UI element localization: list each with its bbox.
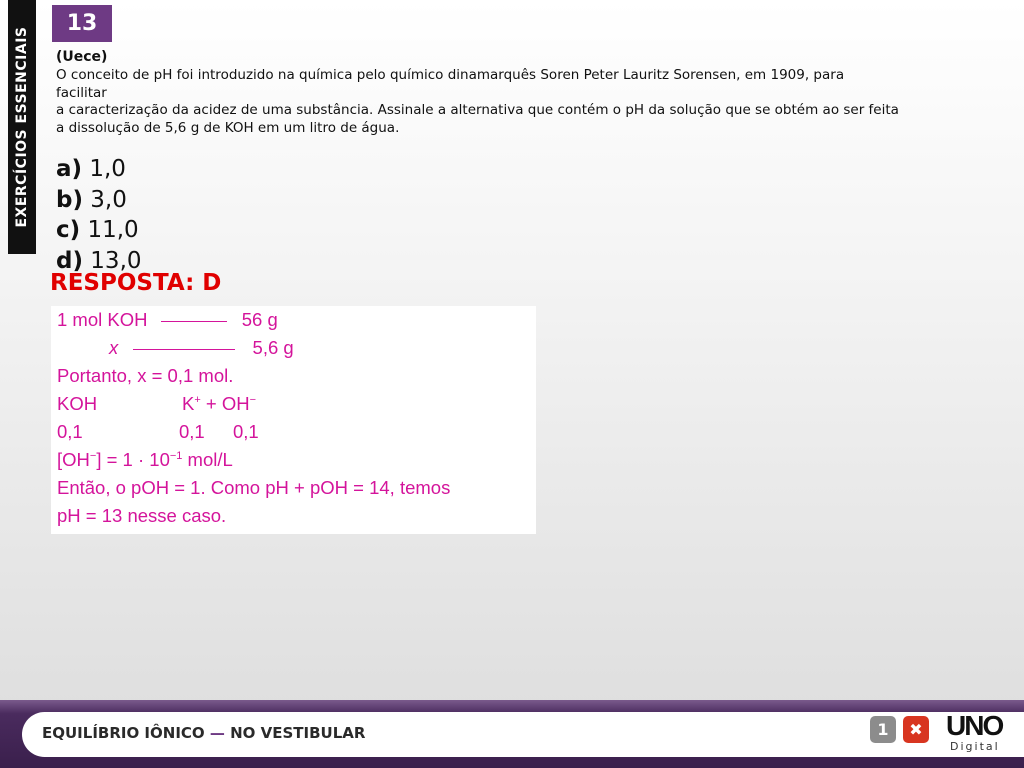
proportion-dash [133, 348, 236, 350]
section-tab-label: EXERCÍCIOS ESSENCIAIS [14, 26, 30, 228]
option-key: b) [56, 186, 83, 213]
logo-subtext: Digital [950, 740, 1000, 753]
solution-text: 5,6 g [252, 337, 294, 358]
solution-line: KOH K+ + OH− [57, 393, 256, 415]
solution-box: 1 mol KOH 56 g x 5,6 g Portanto, x = 0,1… [51, 306, 536, 534]
statement-line: O conceito de pH foi introduzido na quím… [56, 67, 845, 83]
solution-text: K+ + OH− [182, 393, 257, 414]
solution-text: KOH [57, 393, 98, 414]
solution-line: pH = 13 nesse caso. [57, 505, 227, 526]
statement-line: a dissolução de 5,6 g de KOH em um litro… [56, 119, 400, 136]
solution-text: 56 g [241, 309, 278, 330]
option-value: 3,0 [90, 186, 127, 213]
statement-line: facilitar [56, 84, 107, 101]
solution-line: 0,1 0,1 0,1 [57, 421, 259, 443]
question-number: 13 [52, 5, 112, 42]
info-button[interactable]: 1 [870, 716, 896, 743]
solution-line: [OH−] = 1 · 10−1 mol/L [57, 449, 233, 470]
solution-text: 0,1 [57, 421, 83, 442]
question-statement: O conceito de pH foi introduzido na quím… [56, 67, 956, 137]
footer-bar: EQUILÍBRIO IÔNICO — NO VESTIBULAR 1 ✖ UN… [22, 710, 1024, 757]
footer-separator: — [204, 724, 231, 742]
footer: EQUILÍBRIO IÔNICO — NO VESTIBULAR 1 ✖ UN… [0, 700, 1024, 768]
solution-line: Então, o pOH = 1. Como pH + pOH = 14, te… [57, 477, 451, 498]
logo-text: UNO [946, 710, 1004, 741]
option-key: a) [56, 156, 83, 182]
uno-logo: UNO Digital [944, 710, 1012, 756]
footer-title-sub: NO VESTIBULAR [230, 724, 366, 742]
option-a: a) 1,0 [56, 154, 142, 185]
footer-title-main: EQUILÍBRIO IÔNICO [42, 724, 205, 742]
answer-options: a) 1,0 b) 3,0 c) 11,0 d) 13,0 [56, 154, 142, 276]
solution-line: x 5,6 g [109, 337, 294, 359]
question-source: (Uece) [56, 49, 108, 65]
footer-title: EQUILÍBRIO IÔNICO — NO VESTIBULAR [42, 724, 365, 742]
solution-text: x [109, 337, 119, 358]
solution-text: 0,1 [179, 421, 205, 442]
option-value: 11,0 [87, 217, 139, 243]
solution-text: 0,1 [233, 421, 259, 442]
section-tab: EXERCÍCIOS ESSENCIAIS [8, 0, 36, 254]
option-c: c) 11,0 [56, 215, 142, 246]
statement-line: a caracterização da acidez de uma substâ… [56, 102, 899, 118]
option-b: b) 3,0 [56, 185, 142, 216]
solution-text: 1 mol KOH [57, 309, 148, 330]
answer-label: RESPOSTA: D [50, 270, 222, 296]
proportion-dash [160, 320, 227, 322]
option-key: c) [56, 217, 81, 243]
solution-line: 1 mol KOH 56 g [57, 309, 278, 331]
solution-line: Portanto, x = 0,1 mol. [57, 365, 234, 386]
option-value: 1,0 [89, 156, 126, 182]
close-button[interactable]: ✖ [903, 716, 929, 743]
